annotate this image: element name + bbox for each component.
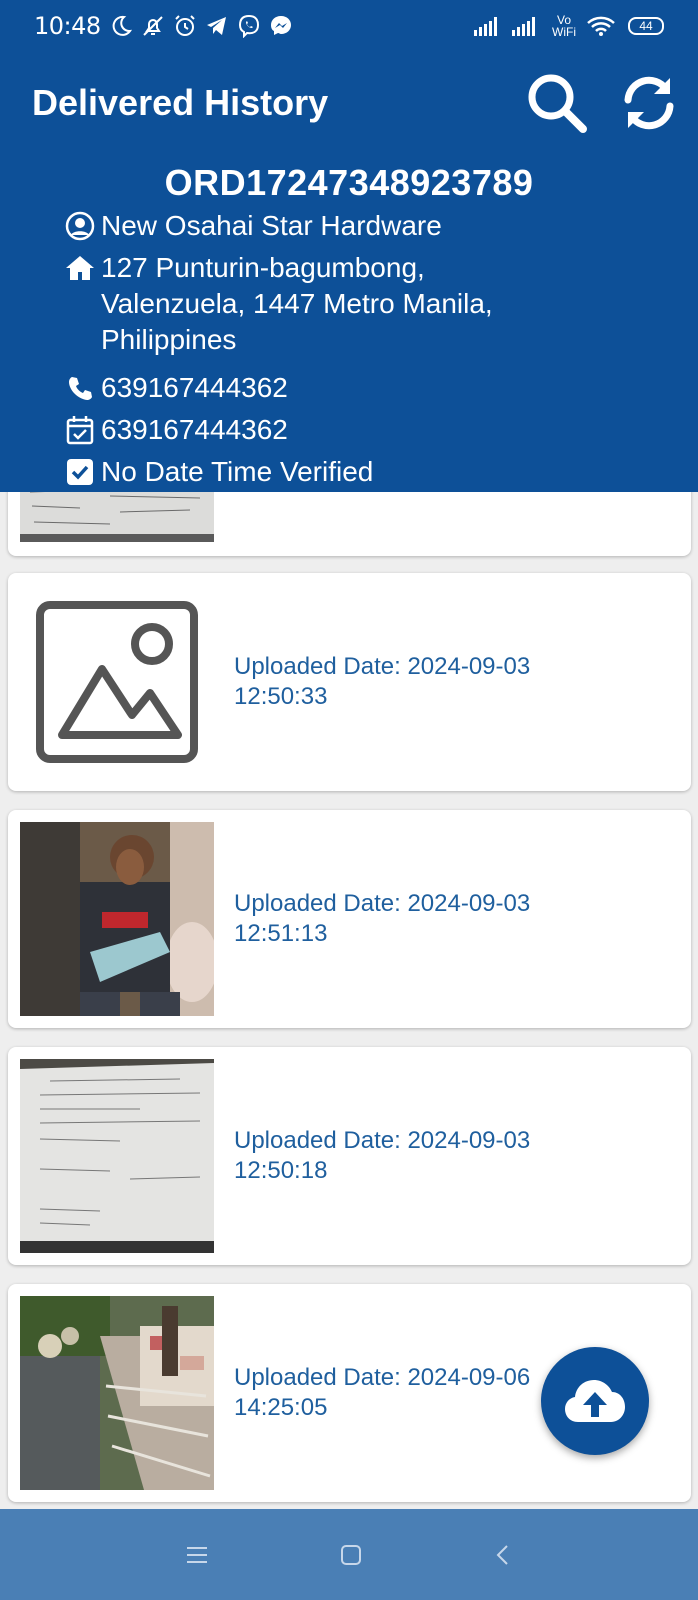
date-row: 639167444362 bbox=[64, 412, 561, 448]
signal-icon bbox=[474, 17, 497, 36]
customer-row: New Osahai Star Hardware bbox=[64, 208, 561, 244]
upload-time: 14:25:05 bbox=[234, 1394, 328, 1421]
menu-icon[interactable] bbox=[185, 1545, 209, 1565]
search-icon bbox=[528, 74, 587, 133]
messenger-icon bbox=[270, 16, 291, 35]
alarm-icon bbox=[174, 15, 195, 36]
status-bar: 10:48 Vo WiFi 44 bbox=[0, 0, 698, 52]
upload-meta: Uploaded Date: 2024-09-03 12:51:13 bbox=[234, 810, 530, 1028]
verification-status: No Date Time Verified bbox=[101, 456, 374, 487]
upload-meta: Uploaded Date: 2024-09-03 12:50:18 bbox=[234, 1047, 530, 1265]
upload-meta: Uploaded Date: 2024-09-03 12:50:33 bbox=[234, 573, 530, 791]
refresh-icon bbox=[624, 76, 674, 130]
home-icon bbox=[64, 250, 96, 286]
verification-row: No Date Time Verified bbox=[64, 454, 561, 490]
battery-level: 44 bbox=[639, 19, 653, 33]
customer-name: New Osahai Star Hardware bbox=[101, 210, 442, 241]
signal-icon bbox=[512, 17, 535, 36]
viber-icon bbox=[238, 14, 259, 38]
address-row: 127 Punturin-bagumbong, Valenzuela, 1447… bbox=[64, 250, 561, 358]
vowifi-icon: Vo WiFi bbox=[552, 13, 576, 39]
search-button[interactable] bbox=[522, 68, 592, 138]
order-header: Delivered History ORD17247348923789 New … bbox=[0, 52, 698, 492]
customer-phone: 639167444362 bbox=[101, 372, 288, 403]
moon-icon bbox=[112, 15, 132, 36]
upload-meta: Uploaded Date: 2024-09-06 14:25:05 bbox=[234, 1284, 530, 1502]
delivery-date: 639167444362 bbox=[101, 414, 288, 445]
mute-icon bbox=[142, 16, 163, 36]
order-id: ORD17247348923789 bbox=[164, 162, 534, 203]
upload-date: Uploaded Date: 2024-09-06 bbox=[234, 1364, 531, 1391]
list-item[interactable]: Uploaded Date: 2024-09-03 12:51:13 bbox=[8, 810, 691, 1028]
wifi-icon bbox=[587, 16, 615, 36]
list-item[interactable]: Uploaded Date: 2024-09-03 12:50:33 bbox=[8, 573, 691, 791]
upload-button[interactable] bbox=[541, 1347, 649, 1455]
delivery-photo-thumbnail[interactable] bbox=[20, 1059, 214, 1253]
list-item[interactable]: Uploaded Date: 2024-09-03 12:50:18 bbox=[8, 1047, 691, 1265]
system-nav-bar bbox=[0, 1509, 698, 1600]
delivery-photo-thumbnail[interactable] bbox=[20, 822, 214, 1016]
checkbox-checked-icon bbox=[64, 454, 96, 490]
delivery-photo-thumbnail[interactable] bbox=[20, 1296, 214, 1490]
home-icon[interactable] bbox=[339, 1543, 363, 1567]
upload-time: 12:50:33 bbox=[234, 683, 328, 710]
user-circle-icon bbox=[64, 208, 96, 244]
upload-date: Uploaded Date: 2024-09-03 bbox=[234, 653, 531, 680]
battery-icon: 44 bbox=[628, 17, 664, 35]
phone-icon bbox=[64, 370, 96, 406]
calendar-check-icon bbox=[64, 412, 96, 448]
upload-date: Uploaded Date: 2024-09-03 bbox=[234, 890, 531, 917]
upload-time: 12:51:13 bbox=[234, 920, 328, 947]
page-title: Delivered History bbox=[32, 82, 329, 123]
upload-date: Uploaded Date: 2024-09-03 bbox=[234, 1127, 531, 1154]
upload-time: 12:50:18 bbox=[234, 1157, 328, 1184]
image-placeholder-icon[interactable] bbox=[20, 585, 214, 779]
cloud-upload-icon bbox=[565, 1380, 625, 1422]
telegram-icon bbox=[206, 17, 226, 35]
customer-address: 127 Punturin-bagumbong, Valenzuela, 1447… bbox=[101, 252, 493, 355]
back-icon[interactable] bbox=[493, 1543, 513, 1567]
refresh-button[interactable] bbox=[614, 68, 684, 138]
phone-row: 639167444362 bbox=[64, 370, 561, 406]
status-time: 10:48 bbox=[34, 12, 101, 40]
